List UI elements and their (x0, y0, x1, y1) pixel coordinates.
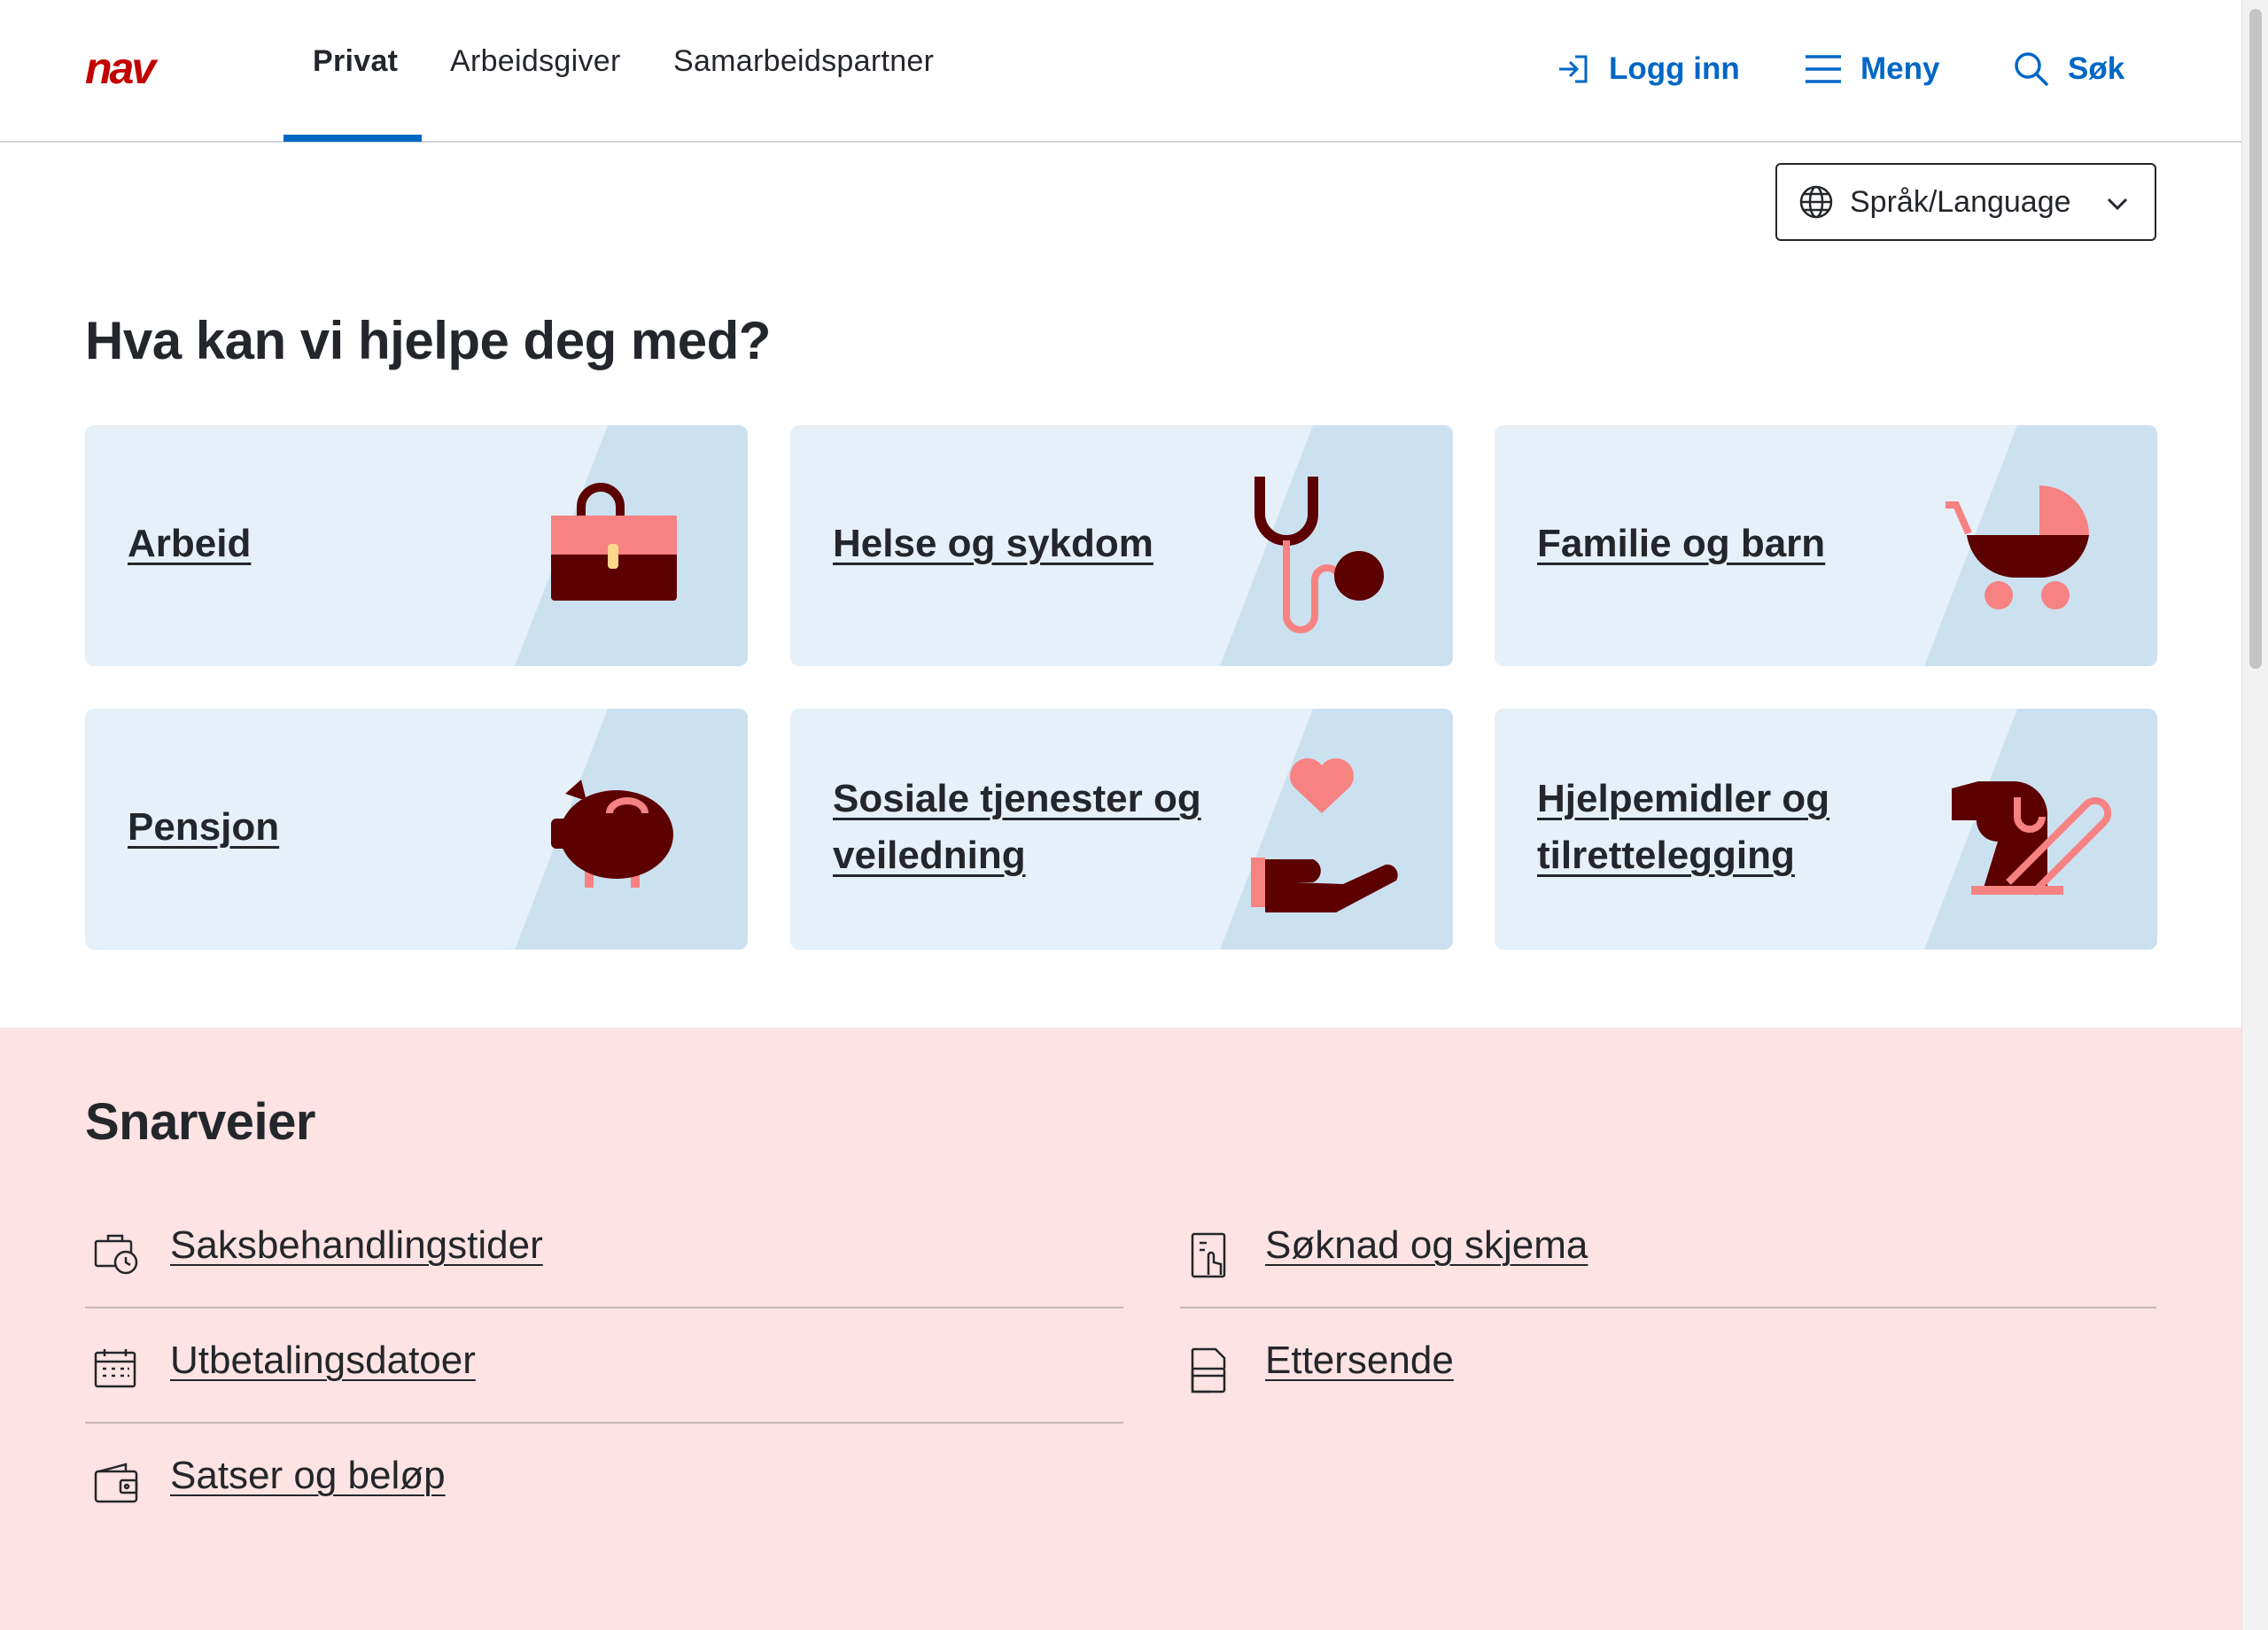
language-label: Språk/Language (1850, 184, 2071, 219)
clock-case-icon (94, 1234, 138, 1275)
search-label: Søk (2068, 51, 2125, 86)
briefcase-icon (551, 483, 677, 601)
card-label: Arbeid (128, 522, 252, 565)
shortcut-ettersende[interactable]: Ettersende (1180, 1307, 2156, 1422)
shortcut-satser-og-belop[interactable]: Satser og beløp (85, 1422, 1123, 1537)
nav-logo[interactable]: nav (85, 50, 200, 90)
page-title: Hva kan vi hjelpe deg med? (85, 311, 771, 370)
shortcut-label: Saksbehandlingstider (170, 1223, 543, 1267)
card-sosiale-tjenester[interactable]: Sosiale tjenester og veiledning (790, 709, 1453, 950)
shortcut-label: Utbetalingsdatoer (170, 1339, 476, 1382)
shortcuts-title: Snarveier (85, 1093, 315, 1151)
page-scrollbar[interactable] (2241, 0, 2268, 1630)
login-label: Logg inn (1609, 51, 1740, 86)
shortcut-label: Ettersende (1265, 1339, 1454, 1382)
shortcut-saksbehandlingstider[interactable]: Saksbehandlingstider (85, 1191, 1123, 1307)
shortcut-utbetalingsdatoer[interactable]: Utbetalingsdatoer (85, 1307, 1123, 1422)
tab-samarbeidspartner[interactable]: Samarbeidspartner (673, 44, 934, 79)
document-send-icon (1191, 1347, 1226, 1393)
form-touch-icon (1191, 1232, 1226, 1278)
globe-icon (1799, 185, 1833, 219)
search-icon (2015, 52, 2049, 87)
stethoscope-icon (1254, 477, 1384, 633)
wallet-icon (94, 1463, 138, 1503)
menu-button[interactable]: Meny (1804, 46, 1939, 92)
language-select[interactable]: Språk/Language (1775, 163, 2156, 241)
card-familie-og-barn[interactable]: Familie og barn (1495, 425, 2157, 666)
site-header: nav Privat Arbeidsgiver Samarbeidspartne… (0, 0, 2241, 143)
search-button[interactable]: Søk (2013, 46, 2124, 92)
card-label: Hjelpemidler og tilrettelegging (1537, 777, 1830, 877)
card-label: Sosiale tjenester og veiledning (833, 777, 1201, 877)
card-helse-og-sykdom[interactable]: Helse og sykdom (790, 425, 1453, 666)
shortcut-soknad-og-skjema[interactable]: Søknad og skjema (1180, 1191, 2156, 1307)
card-pensjon[interactable]: Pensjon (85, 709, 748, 950)
guide-dog-icon (1952, 781, 2111, 896)
card-arbeid[interactable]: Arbeid (85, 425, 748, 666)
chevron-down-icon (2107, 198, 2128, 211)
heart-hand-icon (1251, 758, 1398, 912)
stroller-icon (1946, 485, 2089, 609)
shortcut-label: Satser og beløp (170, 1454, 446, 1497)
card-label: Pensjon (128, 805, 280, 849)
login-icon (1559, 55, 1588, 83)
hamburger-icon (1806, 55, 1841, 83)
card-label: Familie og barn (1537, 522, 1826, 565)
card-hjelpemidler[interactable]: Hjelpemidler og tilrettelegging (1495, 709, 2157, 950)
piggy-bank-icon (551, 780, 673, 888)
scrollbar-thumb[interactable] (2249, 9, 2262, 669)
shortcut-label: Søknad og skjema (1265, 1223, 1588, 1267)
active-tab-indicator (284, 135, 422, 142)
login-button[interactable]: Logg inn (1556, 46, 1740, 92)
card-label: Helse og sykdom (833, 522, 1153, 565)
calendar-icon (94, 1349, 136, 1388)
tab-privat[interactable]: Privat (313, 44, 398, 79)
svg-text:nav: nav (85, 50, 159, 90)
menu-label: Meny (1860, 51, 1940, 86)
tab-arbeidsgiver[interactable]: Arbeidsgiver (450, 44, 621, 79)
